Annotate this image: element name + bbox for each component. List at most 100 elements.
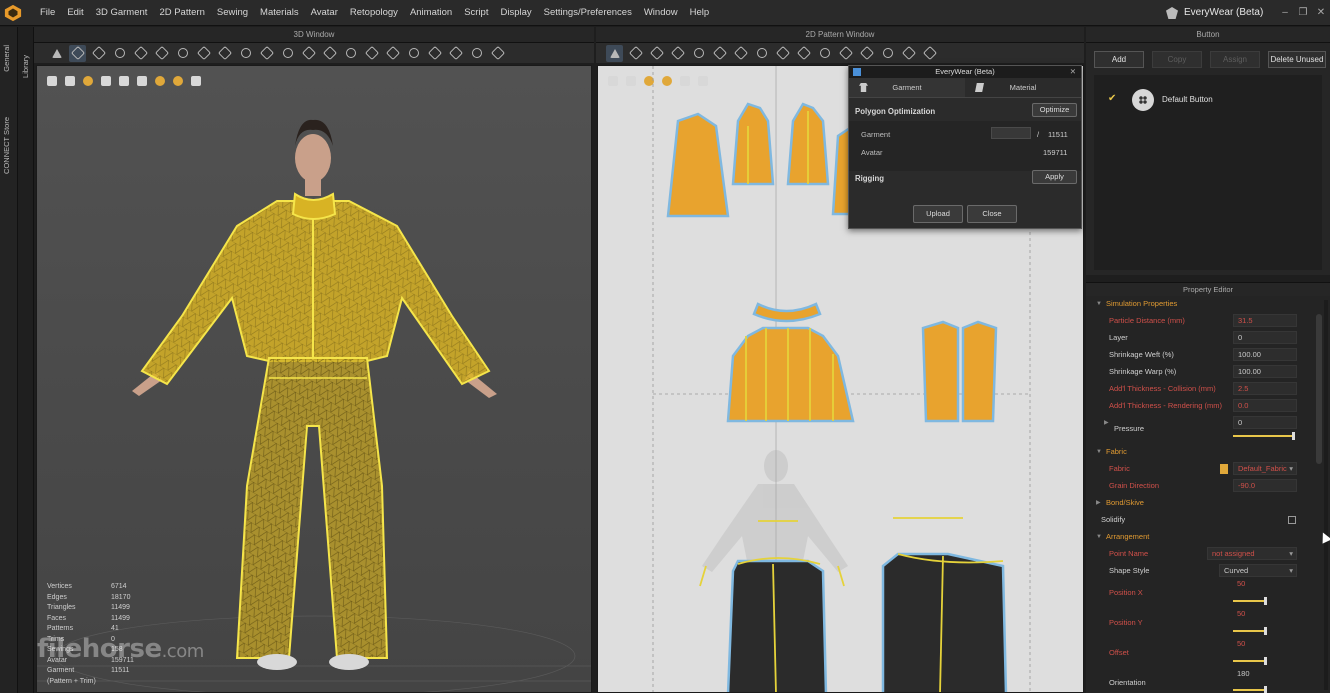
position-x-slider[interactable] [1233,597,1267,605]
point-name-dropdown[interactable]: not assigned [1207,547,1297,560]
assign-button[interactable]: Assign [1210,51,1260,68]
addl-rendering-input[interactable]: 0.0 [1233,399,1297,412]
maximize-icon[interactable]: ❐ [1298,8,1308,18]
menu-materials[interactable]: Materials [254,0,305,26]
addl-collision-input[interactable]: 2.5 [1233,382,1297,395]
arrange-button[interactable] [174,45,191,62]
zipper-button[interactable] [321,45,338,62]
transform-tool-button[interactable] [69,44,86,62]
slider-knob[interactable] [1264,686,1267,693]
pleats-button[interactable] [858,45,875,62]
internal-line-button[interactable] [690,45,707,62]
topstitch-button[interactable] [405,45,422,62]
tab-general[interactable]: General [2,45,11,72]
scrollbar-track[interactable] [1324,300,1328,690]
shrinkage-warp-input[interactable]: 100.00 [1233,365,1297,378]
offset-slider[interactable] [1233,657,1267,665]
section-fabric[interactable]: ▼ Fabric [1086,444,1308,460]
plugin-close-icon[interactable]: ✕ [1070,66,1076,78]
menu-help[interactable]: Help [684,0,716,26]
edit-point-button[interactable] [90,45,107,62]
dart-button[interactable] [711,45,728,62]
menu-avatar[interactable]: Avatar [305,0,344,26]
trim-button[interactable] [342,45,359,62]
menu-2d-pattern[interactable]: 2D Pattern [153,0,210,26]
menu-edit[interactable]: Edit [61,0,89,26]
garment-target-input[interactable] [991,127,1031,139]
fold-button[interactable] [153,45,170,62]
minimize-icon[interactable]: – [1280,8,1290,18]
pressure-input[interactable]: 0 [1233,416,1297,429]
menu-display[interactable]: Display [494,0,537,26]
offset-value[interactable]: 50 [1233,638,1297,651]
graphic-button[interactable] [363,45,380,62]
copy-button[interactable]: Copy [1152,51,1202,68]
tab-library[interactable]: Library [21,55,30,78]
delete-unused-button[interactable]: Delete Unused [1268,51,1326,68]
menu-window[interactable]: Window [638,0,684,26]
tack-button[interactable] [111,45,128,62]
shape-style-dropdown[interactable]: Curved [1219,564,1297,577]
fit-button[interactable] [258,45,275,62]
tab-material[interactable]: Material [965,78,1081,97]
section-arrangement[interactable]: ▼ Arrangement [1086,529,1308,545]
elastic-button[interactable] [837,45,854,62]
shrinkage-weft-input[interactable]: 100.00 [1233,348,1297,361]
measure-button[interactable] [216,45,233,62]
buttonhole-button[interactable] [300,45,317,62]
garment-2d-button[interactable] [921,45,938,62]
graphic-2d-button[interactable] [816,45,833,62]
texture-button[interactable] [384,45,401,62]
rectangle-button[interactable] [669,45,686,62]
pattern-transform-button[interactable] [606,44,623,62]
close-button[interactable]: Close [967,205,1017,223]
menu-script[interactable]: Script [458,0,494,26]
sew-button[interactable] [195,45,212,62]
pressure-slider[interactable] [1233,432,1295,440]
menu-file[interactable]: File [34,0,61,26]
position-y-value[interactable]: 50 [1233,608,1297,621]
list-item[interactable]: ✔ Default Button [1094,87,1322,113]
texture-2d-button[interactable] [795,45,812,62]
annotation-button[interactable] [900,45,917,62]
grain-direction-input[interactable]: -90.0 [1233,479,1297,492]
check-sewing-button[interactable] [774,45,791,62]
menu-settings[interactable]: Settings/Preferences [538,0,638,26]
puckering-button[interactable] [426,45,443,62]
apply-button[interactable]: Apply [1032,170,1077,184]
viewport-3d[interactable]: Vertices 6714 Edges 18170 Triangles 11499 F… [36,65,592,693]
strengthen-button[interactable] [447,45,464,62]
fabric-dropdown[interactable]: Default_Fabric [1233,462,1297,475]
optimize-button[interactable]: Optimize [1032,103,1077,117]
pleat-button[interactable] [468,45,485,62]
add-button[interactable]: Add [1094,51,1144,68]
close-icon[interactable]: ✕ [1316,8,1326,18]
layer-input[interactable]: 0 [1233,331,1297,344]
button-tool-button[interactable] [279,45,296,62]
slider-knob[interactable] [1264,627,1267,635]
menu-3d-garment[interactable]: 3D Garment [90,0,154,26]
edit-pattern-button[interactable] [627,45,644,62]
tape-button[interactable] [237,45,254,62]
bookmark-button[interactable] [489,45,506,62]
segment-sewing-button[interactable] [732,45,749,62]
section-bond-skive[interactable]: ▶ Bond/Skive [1086,495,1308,511]
slider-knob[interactable] [1264,597,1267,605]
tab-connect-store[interactable]: CONNECT Store [2,117,11,174]
free-sewing-button[interactable] [753,45,770,62]
select-tool-button[interactable] [48,45,65,62]
orientation-slider[interactable] [1233,686,1267,693]
particle-distance-input[interactable]: 31.5 [1233,314,1297,327]
menu-animation[interactable]: Animation [404,0,458,26]
menu-retopology[interactable]: Retopology [344,0,404,26]
section-simulation-properties[interactable]: ▼ Simulation Properties [1086,296,1308,312]
piping-button[interactable] [879,45,896,62]
slider-knob[interactable] [1264,657,1267,665]
scrollbar-thumb[interactable] [1316,314,1322,464]
slider-knob[interactable] [1292,432,1295,440]
tab-garment[interactable]: Garment [849,78,965,97]
position-x-value[interactable]: 50 [1233,578,1297,591]
solidify-checkbox[interactable] [1288,516,1296,524]
orientation-value[interactable]: 180 [1233,668,1297,681]
upload-button[interactable]: Upload [913,205,963,223]
